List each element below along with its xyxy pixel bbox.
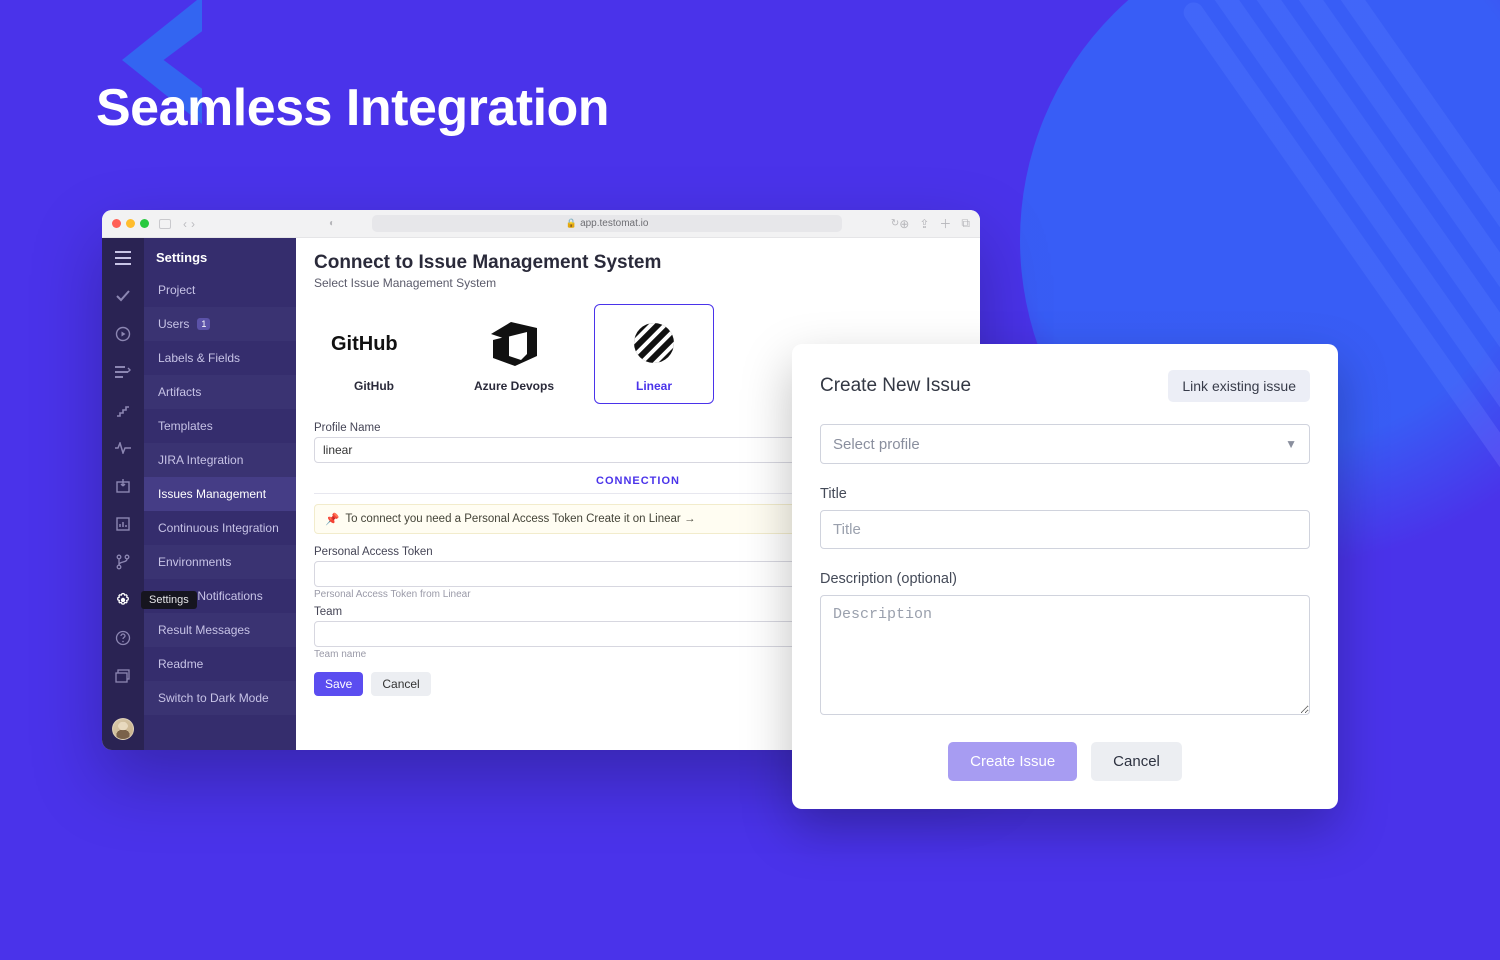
cancel-issue-button[interactable]: Cancel <box>1091 742 1182 781</box>
chevron-down-icon: ▼ <box>1285 437 1297 451</box>
window-maximize-icon[interactable] <box>140 219 149 228</box>
rail-play-icon[interactable] <box>113 324 133 344</box>
rail-menu-icon[interactable] <box>113 248 133 268</box>
rail-check-icon[interactable] <box>113 286 133 306</box>
page-title: Seamless Integration <box>96 78 609 138</box>
window-traffic-lights[interactable] <box>112 219 149 228</box>
tabs-icon[interactable]: ⧉ <box>961 216 970 231</box>
sidebar-item-artifacts[interactable]: Artifacts <box>144 375 296 409</box>
github-logo-icon: GitHub <box>331 315 417 371</box>
linear-logo-icon <box>631 315 677 371</box>
profile-select[interactable]: Select profile ▼ <box>820 424 1310 464</box>
settings-sidebar: Settings Project Users1 Labels & Fields … <box>144 238 296 750</box>
sidebar-item-environments[interactable]: Environments <box>144 545 296 579</box>
link-existing-issue-button[interactable]: Link existing issue <box>1168 370 1310 402</box>
rail-list-icon[interactable] <box>113 362 133 382</box>
window-minimize-icon[interactable] <box>126 219 135 228</box>
ims-card-linear[interactable]: Linear <box>594 304 714 404</box>
save-button[interactable]: Save <box>314 672 363 696</box>
rail-steps-icon[interactable] <box>113 400 133 420</box>
rail-folders-icon[interactable] <box>113 666 133 686</box>
sidebar-item-project[interactable]: Project <box>144 273 296 307</box>
sidebar-item-labels-fields[interactable]: Labels & Fields <box>144 341 296 375</box>
rail-help-icon[interactable] <box>113 628 133 648</box>
new-tab-icon[interactable]: ＋ <box>939 215 951 232</box>
sidebar-toggle-icon[interactable] <box>159 219 171 229</box>
reload-icon[interactable]: ↻ <box>891 218 899 229</box>
lock-icon: 🔒 <box>566 218 577 229</box>
rail-avatar[interactable] <box>112 718 134 740</box>
sidebar-item-continuous-integration[interactable]: Continuous Integration <box>144 511 296 545</box>
issue-panel-title: Create New Issue <box>820 375 971 397</box>
ims-caption: Azure Devops <box>474 379 554 393</box>
browser-url: app.testomat.io <box>580 218 648 229</box>
cancel-button[interactable]: Cancel <box>371 672 430 696</box>
azure-devops-logo-icon <box>487 315 541 371</box>
users-count-badge: 1 <box>197 318 210 330</box>
sidebar-item-dark-mode[interactable]: Switch to Dark Mode <box>144 681 296 715</box>
issue-description-input[interactable] <box>820 595 1310 715</box>
main-subheading: Select Issue Management System <box>314 276 962 290</box>
sidebar-item-readme[interactable]: Readme <box>144 647 296 681</box>
sidebar-item-jira-integration[interactable]: JIRA Integration <box>144 443 296 477</box>
rail-settings-icon[interactable]: Settings <box>113 590 133 610</box>
rail-import-icon[interactable] <box>113 476 133 496</box>
rail-analytics-icon[interactable] <box>113 514 133 534</box>
create-issue-panel: Create New Issue Link existing issue Sel… <box>792 344 1338 809</box>
ims-card-github[interactable]: GitHub GitHub <box>314 304 434 404</box>
sidebar-item-result-messages[interactable]: Result Messages <box>144 613 296 647</box>
svg-text:GitHub: GitHub <box>331 333 398 355</box>
rail-tooltip: Settings <box>141 591 197 609</box>
ims-card-azure-devops[interactable]: Azure Devops <box>454 304 574 404</box>
create-issue-button[interactable]: Create Issue <box>948 742 1077 781</box>
issue-title-label: Title <box>820 486 1310 502</box>
ims-caption: Linear <box>636 379 672 393</box>
shield-icon[interactable]: ◐ <box>329 218 335 229</box>
issue-title-input[interactable] <box>820 510 1310 549</box>
issue-description-label: Description (optional) <box>820 571 1310 587</box>
share-icon[interactable]: ⇪ <box>919 217 929 231</box>
icon-rail: Settings <box>102 238 144 750</box>
rail-pulse-icon[interactable] <box>113 438 133 458</box>
browser-address-bar[interactable]: 🔒 app.testomat.io <box>372 215 842 232</box>
rail-branch-icon[interactable] <box>113 552 133 572</box>
main-heading: Connect to Issue Management System <box>314 252 962 274</box>
sidebar-title: Settings <box>144 238 296 273</box>
notice-text: To connect you need a Personal Access To… <box>345 513 695 525</box>
nav-back-icon[interactable]: ‹ <box>183 217 187 231</box>
profile-select-placeholder: Select profile <box>833 436 920 453</box>
pin-icon: 📌 <box>325 512 339 526</box>
sidebar-item-templates[interactable]: Templates <box>144 409 296 443</box>
sidebar-item-users[interactable]: Users1 <box>144 307 296 341</box>
window-close-icon[interactable] <box>112 219 121 228</box>
sidebar-item-issues-management[interactable]: Issues Management <box>144 477 296 511</box>
ims-caption: GitHub <box>354 379 394 393</box>
download-icon[interactable]: ⊕ <box>899 217 909 231</box>
browser-chrome: ‹ › ◐ 🔒 app.testomat.io ↻ ⊕ ⇪ ＋ ⧉ <box>102 210 980 238</box>
